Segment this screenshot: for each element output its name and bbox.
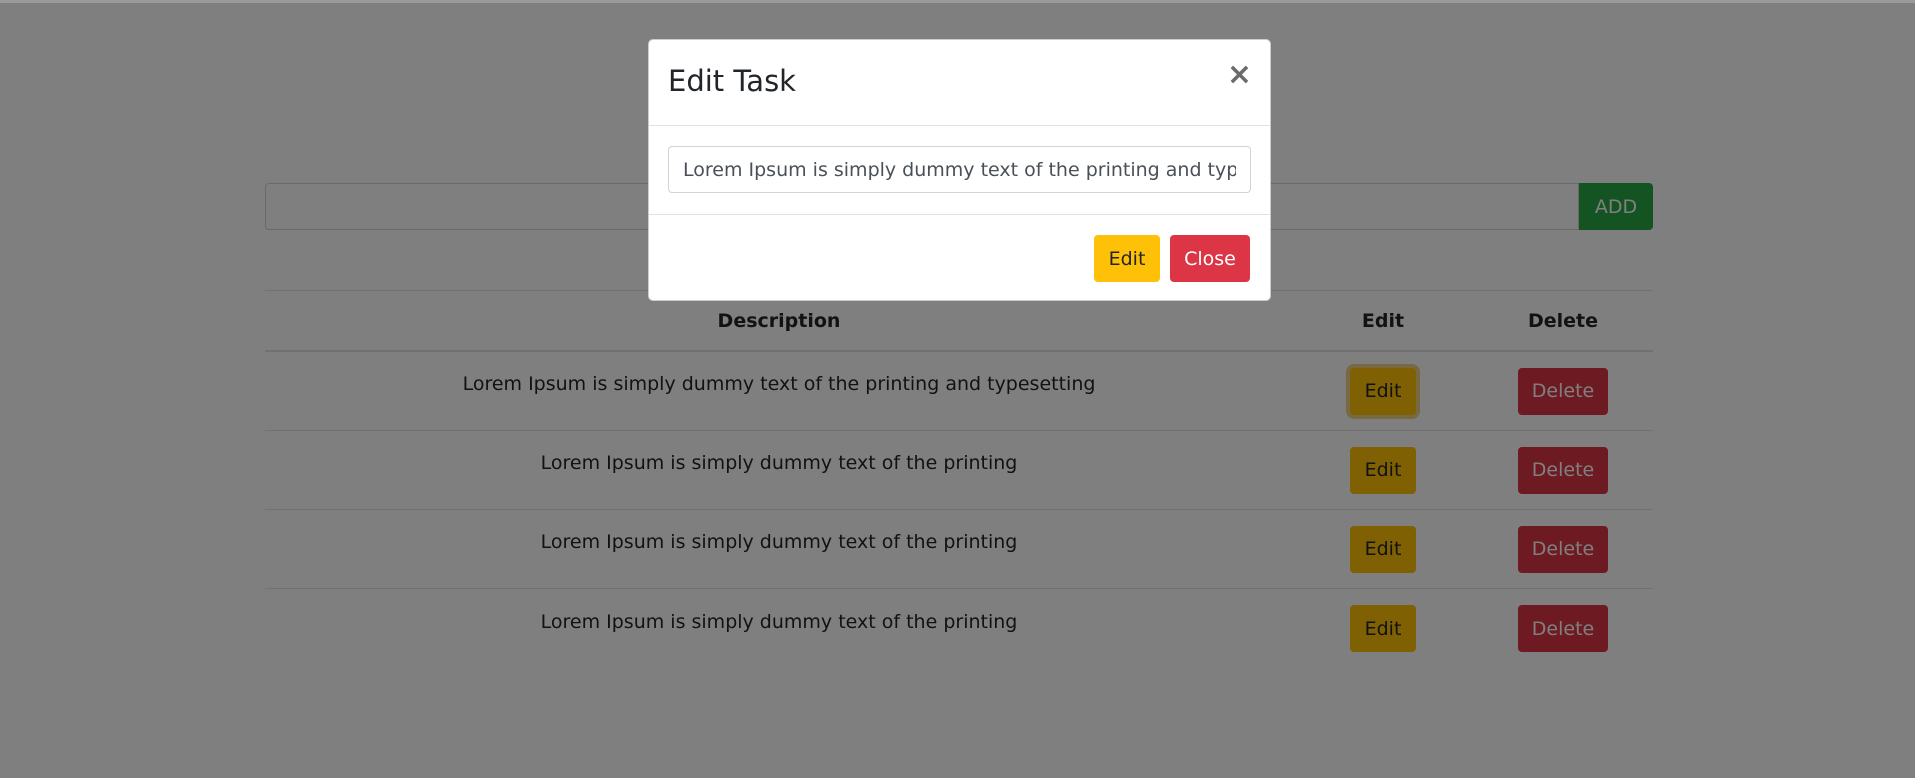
modal-close-button[interactable]: Close: [1170, 235, 1250, 282]
modal-title: Edit Task: [668, 64, 796, 98]
modal-header: Edit Task ×: [649, 40, 1270, 126]
modal-footer: Edit Close: [649, 215, 1270, 300]
close-icon[interactable]: ×: [1227, 60, 1252, 90]
modal-edit-button[interactable]: Edit: [1094, 235, 1160, 282]
modal-body: [649, 126, 1270, 215]
edit-task-modal: Edit Task × Edit Close: [648, 39, 1271, 301]
edit-task-input[interactable]: [668, 146, 1251, 193]
